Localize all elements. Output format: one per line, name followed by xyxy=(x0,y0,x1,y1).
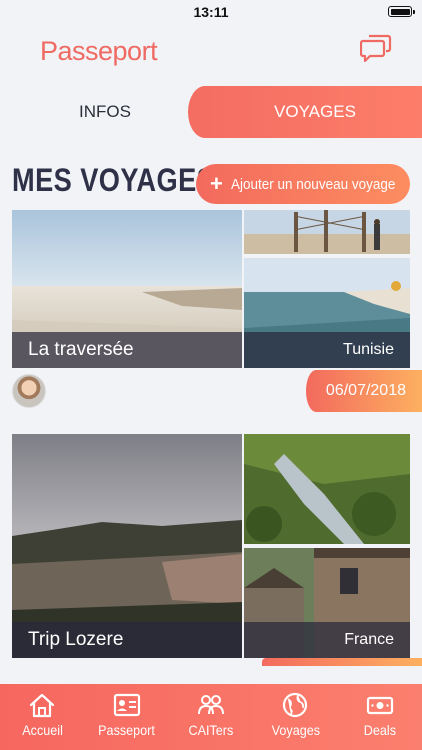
chat-bubbles-icon[interactable] xyxy=(359,32,392,63)
status-time: 13:11 xyxy=(193,4,229,20)
tab-voyages-label: VOYAGES xyxy=(274,102,356,121)
avatar[interactable] xyxy=(12,374,46,408)
trip-card[interactable]: La traversée Tunisie 06/07/2018 xyxy=(12,210,422,412)
bottom-nav: Accueil Passeport CAITers Voyages Deals xyxy=(0,684,422,750)
nav-label: Deals xyxy=(363,722,396,738)
nav-deals[interactable]: Deals xyxy=(338,684,422,750)
nav-label: Voyages xyxy=(271,722,320,738)
home-icon xyxy=(30,693,55,718)
nav-label: CAITers xyxy=(188,722,234,738)
nav-accueil[interactable]: Accueil xyxy=(0,684,84,750)
section-title: MES VOYAGES xyxy=(12,162,216,198)
nav-voyages[interactable]: Voyages xyxy=(253,684,337,750)
people-icon xyxy=(198,695,225,715)
nav-passeport[interactable]: Passeport xyxy=(84,684,168,750)
trip-side-photo-bottom: Tunisie xyxy=(244,258,410,368)
trip-title: La traversée xyxy=(12,332,242,368)
trip-side-photo-top xyxy=(244,210,410,254)
tab-voyages[interactable]: VOYAGES xyxy=(188,86,422,138)
trip-main-photo: Trip Lozere xyxy=(12,434,242,658)
plus-icon: + xyxy=(210,171,223,196)
id-card-icon xyxy=(113,693,140,717)
globe-icon xyxy=(283,692,308,718)
nav-label: Passeport xyxy=(98,722,155,738)
trip-title: Trip Lozere xyxy=(12,622,242,658)
trip-country: France xyxy=(244,622,410,658)
trip-side-photo-bottom: France xyxy=(244,548,410,658)
trip-side-photo-top xyxy=(244,434,410,544)
battery-icon xyxy=(388,6,415,17)
status-bar: 13:11 xyxy=(0,0,422,24)
tab-bar: INFOS VOYAGES xyxy=(0,86,422,138)
money-icon xyxy=(366,696,393,715)
trip-date-badge: 06/07/2018 xyxy=(306,370,422,412)
nav-label: Accueil xyxy=(21,722,63,738)
trip-country: Tunisie xyxy=(244,332,410,368)
add-trip-button[interactable]: + Ajouter un nouveau voyage xyxy=(196,164,410,204)
add-trip-label: Ajouter un nouveau voyage xyxy=(230,175,396,193)
trip-date-badge-edge xyxy=(262,658,422,666)
trip-main-photo: La traversée xyxy=(12,210,242,368)
nav-caiters[interactable]: CAITers xyxy=(169,684,253,750)
trip-card[interactable]: Trip Lozere France xyxy=(12,434,422,666)
tab-infos[interactable]: INFOS xyxy=(0,86,210,138)
page-title: Passeport xyxy=(40,36,158,66)
